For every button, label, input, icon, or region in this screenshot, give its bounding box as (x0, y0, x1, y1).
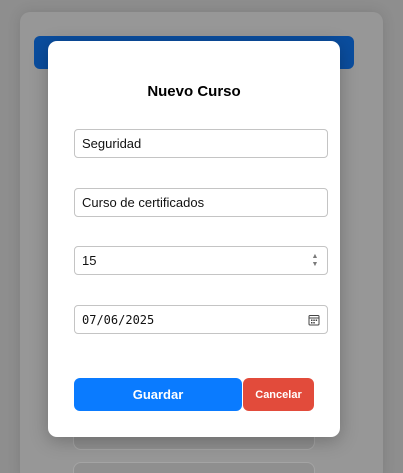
course-description-value: Curso de certificados (82, 195, 205, 210)
background-list-item (73, 436, 315, 450)
course-name-input[interactable]: Seguridad (74, 129, 328, 158)
cancel-button[interactable]: Cancelar (243, 378, 314, 411)
course-date-value: 07/06/2025 (82, 312, 155, 327)
modal-title: Nuevo Curso (147, 83, 241, 100)
course-description-input[interactable]: Curso de certificados (74, 188, 328, 217)
spinner-icon[interactable]: ▲ ▼ (310, 251, 320, 271)
calendar-icon[interactable] (308, 314, 320, 326)
course-number-value: 15 (82, 253, 97, 268)
background-list-item (73, 462, 315, 473)
course-date-input[interactable]: 07/06/2025 (74, 305, 328, 334)
save-button[interactable]: Guardar (74, 378, 242, 411)
new-course-modal: Nuevo Curso Seguridad Curso de certifica… (48, 41, 340, 437)
course-name-value: Seguridad (82, 136, 142, 151)
course-number-input[interactable]: 15 ▲ ▼ (74, 246, 328, 275)
